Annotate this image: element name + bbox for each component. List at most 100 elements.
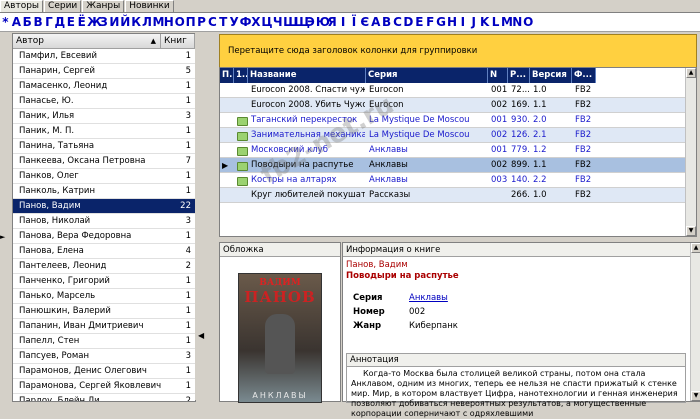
scroll-down-icon[interactable]: ▼ [686,226,696,236]
alphabet-letter[interactable]: Ё [76,13,87,31]
alphabet-letter[interactable]: Г [44,13,55,31]
alphabet-letter[interactable]: Э [305,13,316,31]
alphabet-letter[interactable]: Ї [349,13,360,31]
alphabet-letter[interactable]: L [490,13,501,31]
series-link[interactable]: Анклавы [409,293,448,303]
alphabet-letter[interactable]: Й [120,13,131,31]
alphabet-letter[interactable]: Б [22,13,33,31]
author-row[interactable]: Папелл, Стен 1 [13,334,195,349]
book-row[interactable]: Занимательная механика La Mystique De Mos… [220,128,696,143]
book-row[interactable]: Таганский перекресток La Mystique De Mosc… [220,113,696,128]
book-row[interactable]: Московский клуб Анклавы 001 779... 1.2 FB2 [220,143,696,158]
alphabet-letter[interactable]: N [512,13,523,31]
author-row[interactable]: Панова, Елена 4 [13,244,195,259]
author-row[interactable]: Памасенко, Леонид 1 [13,79,195,94]
author-row[interactable]: Папсуев, Роман 3 [13,349,195,364]
books-col-header[interactable]: Ф... [572,68,596,83]
books-col-header[interactable]: 1... [234,68,248,83]
books-col-header[interactable]: П... [220,68,234,83]
books-col-header[interactable]: N [488,68,508,83]
alphabet-letter[interactable]: O [523,13,534,31]
author-row[interactable]: Парамонов, Денис Олегович 1 [13,364,195,379]
grid-scrollbar[interactable]: ▲ ▼ [685,68,696,236]
alphabet-letter[interactable]: Ц [261,13,272,31]
alphabet-letter[interactable]: Н [163,13,174,31]
books-col-header[interactable]: Версия [530,68,572,83]
alphabet-letter[interactable]: Т [218,13,229,31]
books-col-header[interactable]: Серия [366,68,488,83]
authors-col-author[interactable]: Автор ▲ [13,34,161,49]
alphabet-letter[interactable]: D [403,13,414,31]
tab-1[interactable]: Серии [44,0,82,12]
author-row[interactable]: Парамонова, Сергей Яковлевич 1 [13,379,195,394]
scroll-up-icon[interactable]: ▲ [686,68,696,78]
book-row[interactable]: Eurocon 2008. Спасти чужого Eurocon 001 72.… [220,83,696,98]
alphabet-letter[interactable]: У [229,13,240,31]
alphabet-letter[interactable]: E [414,13,425,31]
alphabet-letter[interactable]: Д [54,13,66,31]
alphabet-letter[interactable]: Я [327,13,338,31]
author-row[interactable]: Панова, Вера Федоровна 1 [13,229,195,244]
alphabet-letter[interactable]: О [174,13,185,31]
author-row[interactable]: Пантелеев, Леонид 2 [13,259,195,274]
author-row[interactable]: Панколь, Катрин 1 [13,184,195,199]
alphabet-letter[interactable]: Р [196,13,207,31]
author-row[interactable]: Паник, М. П. 1 [13,124,195,139]
alphabet-letter[interactable]: В [33,13,44,31]
alphabet-letter[interactable]: Ш [283,13,298,31]
alphabet-letter[interactable]: А [11,13,22,31]
author-row[interactable]: Панов, Вадим 22 [13,199,195,214]
alphabet-letter[interactable]: Є [359,13,370,31]
author-row[interactable]: Панченко, Григорий 1 [13,274,195,289]
author-row[interactable]: Пардоу, Блейн Ли 2 [13,394,195,401]
author-row[interactable]: Панасье, Ю. 1 [13,94,195,109]
alphabet-letter[interactable]: П [185,13,196,31]
alphabet-letter[interactable]: Щ [294,13,310,31]
author-row[interactable]: Папанин, Иван Дмитриевич 1 [13,319,195,334]
alphabet-letter[interactable]: H [447,13,458,31]
tab-2[interactable]: Жанры [82,0,125,12]
book-row[interactable]: Eurocon 2008. Убить Чужого Eurocon 002 169.… [220,98,696,113]
book-row[interactable]: Костры на алтарях Анклавы 003 140... 2.2 FB2 [220,173,696,188]
book-row[interactable]: ▶ Поводыри на распутье Анклавы 002 899... 1.1… [220,158,696,173]
alphabet-letter[interactable]: С [207,13,218,31]
tab-0[interactable]: Авторы [0,0,44,12]
books-col-header[interactable]: Р... [508,68,530,83]
alphabet-letter[interactable]: F [425,13,436,31]
books-col-header[interactable]: Название [248,68,366,83]
alphabet-letter[interactable]: * [0,13,11,31]
alphabet-letter[interactable]: I [457,13,468,31]
alphabet-letter[interactable]: C [392,13,403,31]
alphabet-letter[interactable]: Л [142,13,153,31]
author-row[interactable]: Панюшкин, Валерий 1 [13,304,195,319]
author-row[interactable]: Панкеева, Оксана Петровна 7 [13,154,195,169]
author-row[interactable]: Панков, Олег 1 [13,169,195,184]
alphabet-letter[interactable]: M [501,13,513,31]
alphabet-letter[interactable]: І [338,13,349,31]
alphabet-letter[interactable]: B [381,13,392,31]
collapse-arrow-icon[interactable]: ◀ [198,331,204,340]
author-row[interactable]: Панов, Николай 3 [13,214,195,229]
alphabet-letter[interactable]: Ч [272,13,283,31]
author-row[interactable]: Памфил, Евсевий 1 [13,49,195,64]
splitter[interactable]: ◀ [195,33,213,400]
alphabet-letter[interactable]: A [370,13,381,31]
author-row[interactable]: Паник, Илья 3 [13,109,195,124]
alphabet-letter[interactable]: И [109,13,120,31]
alphabet-letter[interactable]: Е [65,13,76,31]
book-row[interactable]: Круг любителей покушать Рассказы 266... 1.0… [220,188,696,203]
authors-col-books[interactable]: Книг [161,34,195,49]
alphabet-letter[interactable]: G [436,13,447,31]
alphabet-letter[interactable]: К [131,13,142,31]
info-scrollbar[interactable]: ▲ ▼ [690,243,700,401]
tab-3[interactable]: Новинки [125,0,174,12]
author-row[interactable]: Панина, Татьяна 1 [13,139,195,154]
alphabet-letter[interactable]: Ж [87,13,102,31]
author-row[interactable]: Панарин, Сергей 5 [13,64,195,79]
alphabet-letter[interactable]: Ю [316,13,330,31]
alphabet-letter[interactable]: З [98,13,109,31]
alphabet-letter[interactable]: J [468,13,479,31]
alphabet-letter[interactable]: М [152,13,164,31]
scroll-up-icon[interactable]: ▲ [691,243,700,253]
author-row[interactable]: Панько, Марсель 1 [13,289,195,304]
